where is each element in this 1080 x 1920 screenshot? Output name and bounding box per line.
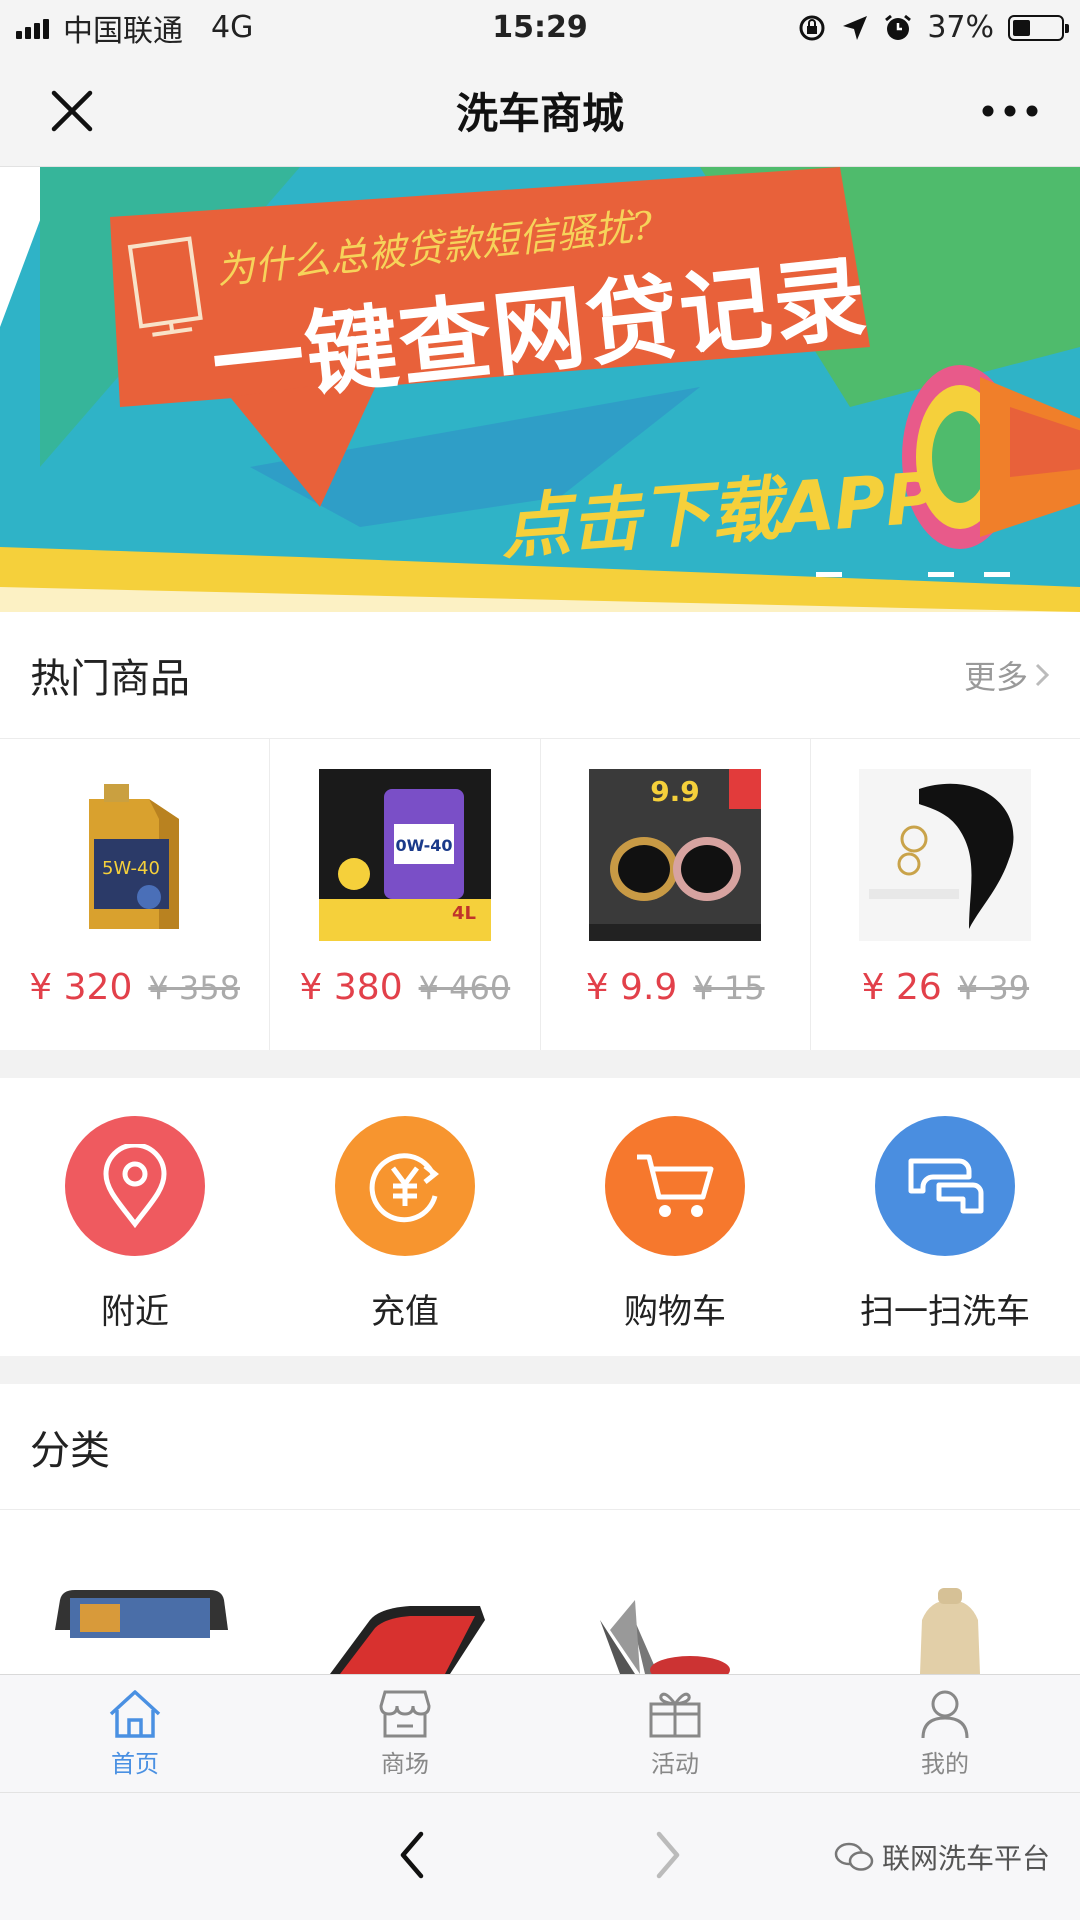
action-cart[interactable]: 购物车	[540, 1078, 810, 1356]
nav-bar: 洗车商城	[0, 55, 1080, 167]
battery-percent: 37%	[927, 10, 994, 45]
network-label: 4G	[211, 10, 254, 45]
action-scan-wash[interactable]: 扫一扫洗车	[810, 1078, 1080, 1356]
action-icon-circle	[65, 1116, 205, 1256]
fur-tail-keychain	[859, 769, 1032, 941]
action-label: 购物车	[624, 1292, 726, 1332]
promo-banner[interactable]: 为什么总被贷款短信骚扰? 一键查网贷记录 点击下载APP	[0, 167, 1080, 612]
car-film-image	[600, 1600, 730, 1674]
chevron-right-icon	[656, 1831, 680, 1879]
watermark: 联网洗车平台	[834, 1837, 1050, 1877]
watermark-text: 联网洗车平台	[881, 1842, 1050, 1875]
yen-recharge-icon	[369, 1153, 440, 1223]
tab-mine[interactable]: 我的	[810, 1675, 1080, 1792]
product-old-price: ¥ 15	[693, 969, 765, 1007]
back-button[interactable]	[380, 1823, 444, 1887]
chevron-left-icon	[400, 1831, 424, 1879]
status-left: 中国联通 4G	[16, 6, 253, 50]
category-item[interactable]	[810, 1510, 1080, 1674]
action-nearby[interactable]: 附近	[0, 1078, 270, 1356]
more-link[interactable]: 更多	[964, 652, 1050, 698]
carousel-dot	[816, 572, 842, 577]
action-label: 扫一扫洗车	[860, 1292, 1030, 1332]
forward-button[interactable]	[636, 1823, 700, 1887]
svg-text:4L: 4L	[452, 903, 476, 924]
tab-store[interactable]: 商场	[270, 1675, 540, 1792]
action-recharge[interactable]: 充值	[270, 1078, 540, 1356]
hot-products-list: 5W-40 ¥ 320 ¥ 358 0W-40 4L ¥ 380 ¥ 460 9…	[0, 739, 1080, 1050]
signal-icon	[16, 17, 49, 39]
quick-actions: 附近 充值 购物车 扫一扫洗车	[0, 1078, 1080, 1356]
car-armrest-image	[330, 1606, 485, 1674]
battery-icon	[1008, 14, 1069, 41]
tab-label: 首页	[111, 1750, 159, 1778]
action-icon-circle	[605, 1116, 745, 1256]
wechat-icon	[834, 1842, 874, 1871]
home-icon	[109, 1690, 161, 1738]
category-item[interactable]	[540, 1510, 810, 1674]
rotation-lock-icon	[799, 15, 825, 40]
product-price: ¥ 380	[299, 967, 403, 1008]
carousel-dot	[928, 572, 954, 577]
more-button[interactable]	[970, 79, 1050, 143]
svg-text:0W-40: 0W-40	[395, 836, 452, 855]
action-icon-circle	[335, 1116, 475, 1256]
product-card[interactable]: ¥ 26 ¥ 39	[811, 739, 1080, 1050]
product-price: ¥ 320	[29, 967, 133, 1008]
product-old-price: ¥ 460	[418, 969, 511, 1007]
scan-wash-icon	[908, 1158, 984, 1214]
svg-text:9.9: 9.9	[650, 775, 700, 808]
alarm-icon	[885, 14, 912, 40]
product-card[interactable]: 9.9 ¥ 9.9 ¥ 15	[541, 739, 811, 1050]
tab-activity[interactable]: 活动	[540, 1675, 810, 1792]
status-bar: 中国联通 4G 15:29 37%	[0, 0, 1080, 55]
svg-text:5W-40: 5W-40	[102, 858, 160, 879]
browser-toolbar: 联网洗车平台	[0, 1792, 1080, 1920]
product-card[interactable]: 0W-40 4L ¥ 380 ¥ 460	[270, 739, 541, 1050]
category-item[interactable]	[270, 1510, 540, 1674]
store-icon	[379, 1690, 431, 1738]
hot-products-header: 热门商品 更多	[0, 612, 1080, 739]
action-icon-circle	[875, 1116, 1015, 1256]
product-old-price: ¥ 358	[148, 969, 240, 1007]
category-list	[0, 1510, 1080, 1674]
tab-label: 活动	[651, 1750, 699, 1778]
hot-products-title: 热门商品	[30, 656, 190, 702]
location-arrow-icon	[843, 15, 868, 40]
magnetic-phone-holder: 9.9	[589, 769, 762, 941]
close-icon	[51, 90, 93, 132]
more-label: 更多	[963, 658, 1028, 696]
tab-home[interactable]: 首页	[0, 1675, 270, 1792]
carrier-label: 中国联通	[63, 13, 183, 49]
carousel-dot	[872, 572, 898, 577]
engine-oil-can: 5W-40	[49, 769, 221, 941]
gift-icon	[649, 1692, 701, 1738]
status-right: 37%	[797, 10, 1069, 45]
category-header: 分类	[0, 1384, 1080, 1510]
carousel-dot	[984, 572, 1010, 577]
category-title: 分类	[30, 1427, 110, 1474]
clock: 15:29	[492, 10, 588, 45]
car-stereo-image	[55, 1590, 228, 1638]
close-button[interactable]	[40, 79, 104, 143]
page-title: 洗车商城	[455, 89, 624, 138]
action-label: 充值	[371, 1292, 439, 1332]
product-price: ¥ 26	[861, 967, 942, 1008]
user-icon	[921, 1690, 969, 1739]
more-dots-icon	[982, 105, 1038, 117]
product-card[interactable]: 5W-40 ¥ 320 ¥ 358	[0, 739, 271, 1050]
seat-cushion-image	[920, 1588, 980, 1674]
category-item[interactable]	[0, 1510, 270, 1674]
shopping-cart-icon	[637, 1154, 714, 1217]
carousel-dots	[816, 572, 1010, 577]
product-price: ¥ 9.9	[585, 967, 678, 1008]
liqui-moly-oil: 0W-40 4L	[318, 769, 491, 941]
product-old-price: ¥ 39	[957, 969, 1030, 1007]
tab-label: 我的	[921, 1750, 969, 1778]
chevron-right-icon	[1035, 663, 1050, 687]
tab-bar: 首页 商场 活动 我的	[0, 1674, 1080, 1792]
location-pin-icon	[103, 1144, 167, 1228]
action-label: 附近	[101, 1292, 169, 1332]
tab-label: 商场	[381, 1750, 429, 1778]
